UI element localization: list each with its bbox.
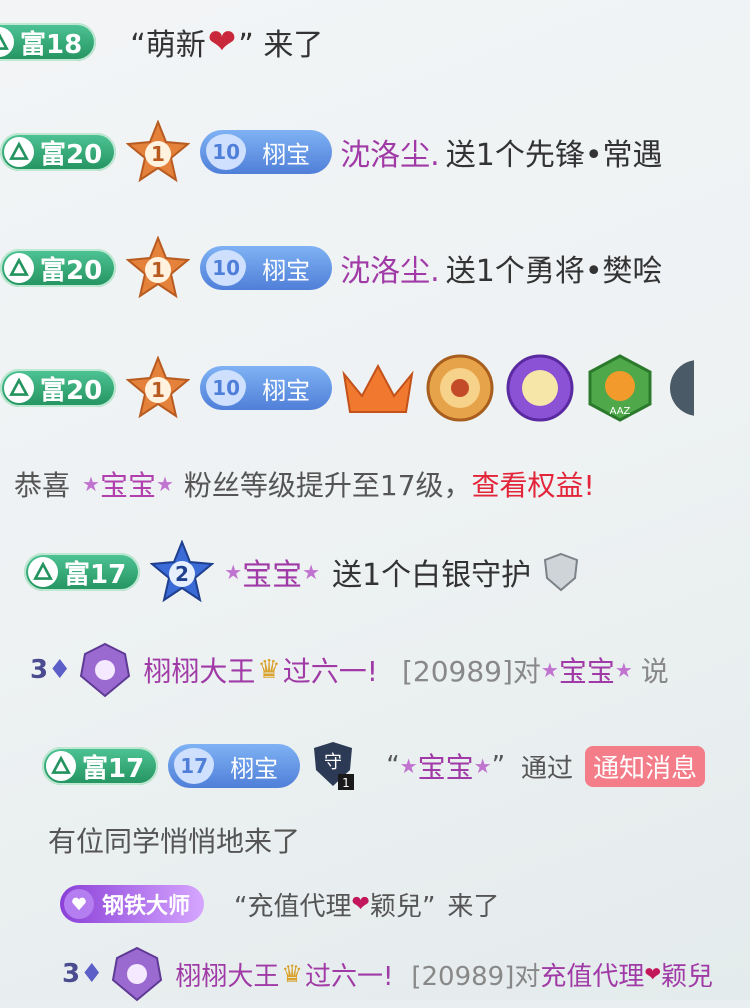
svg-text:守: 守 <box>324 752 342 773</box>
username-link[interactable]: 充值代理 <box>540 956 644 993</box>
medal-icon <box>424 352 496 424</box>
chat-row: 3 ♦ 栩栩大王 ♛ 过六一! [20989]对 ★ 宝宝 ★ 说 <box>30 640 669 700</box>
rank-star-icon: 2 <box>150 540 215 604</box>
heart-icon: ❤ <box>351 891 370 917</box>
svg-text:2: 2 <box>175 562 189 586</box>
leaf-icon <box>28 557 58 587</box>
vip-badge: 钢铁大师 <box>60 885 205 923</box>
crest-icon <box>107 944 167 1004</box>
wealth-badge: 富20 <box>0 133 117 171</box>
chat-panel: 富18 “萌新 ❤ ” 来了 富20 1 10 栩宝 沈洛尘. 送1个先锋•常遇… <box>0 0 750 1002</box>
notify-tag: 通知消息 <box>585 745 706 787</box>
system-notice: 有位同学悄悄地来了 <box>48 825 301 858</box>
system-text: “萌新 <box>130 28 206 63</box>
chat-row: 富20 1 10 栩宝 沈洛尘. 送1个先锋•常遇 <box>0 120 663 183</box>
shield-icon: 守1 <box>310 740 356 792</box>
svg-text:1: 1 <box>151 142 165 166</box>
chat-row: 富17 17 栩宝 守1 “ ★ 宝宝 ★ ” 通过 通知消息 <box>42 736 706 796</box>
username-link[interactable]: 沈洛尘. <box>340 130 440 174</box>
chat-row: 富18 “萌新 ❤ ” 来了 <box>0 14 323 70</box>
username-link[interactable]: 栩栩大王 <box>175 956 279 993</box>
username-link[interactable]: 沈洛尘. <box>340 246 440 290</box>
guard-badge: 3 ♦ <box>30 655 72 685</box>
leaf-icon <box>46 751 76 781</box>
star-icon: ★ <box>155 472 174 496</box>
fan-badge: 10 栩宝 <box>200 130 333 174</box>
chat-row: 钢铁大师 “充值代理 ❤ 颖兒” 来了 <box>0 876 499 932</box>
star-icon: ★ <box>540 658 559 682</box>
crown-icon <box>340 352 416 424</box>
star-icon: ★ <box>473 754 492 778</box>
guard-badge: 3 ♦ <box>62 959 104 989</box>
wealth-badge: 富20 <box>0 369 117 407</box>
gift-text: 送1个先锋•常遇 <box>445 138 663 173</box>
wealth-badge: 富17 <box>42 747 159 785</box>
medal-icon <box>504 352 576 424</box>
leaf-icon <box>0 27 14 57</box>
username-link[interactable]: 宝宝 <box>100 464 156 504</box>
fan-badge: 10 栩宝 <box>200 246 333 290</box>
leaf-icon <box>4 137 34 167</box>
medal-icon <box>664 352 727 424</box>
rank-star-icon: 1 <box>126 356 191 420</box>
wealth-badge: 富18 <box>0 23 97 61</box>
wealth-badge: 富20 <box>0 249 117 287</box>
username-link[interactable]: 栩栩大王 <box>143 650 255 690</box>
crown-icon: ♛ <box>281 960 303 988</box>
heart-icon <box>64 889 94 919</box>
username-link[interactable]: 宝宝 <box>559 650 615 690</box>
heart-icon: ❤ <box>644 962 662 986</box>
svg-text:1: 1 <box>151 378 165 402</box>
view-benefits-link[interactable]: 查看权益! <box>472 464 595 504</box>
rank-star-icon: 1 <box>126 236 191 300</box>
system-text: ” 来了 <box>238 28 324 63</box>
star-icon: ★ <box>399 754 418 778</box>
chat-row: 富20 1 10 栩宝 AAZ <box>0 352 727 424</box>
chat-text: 过六一! <box>304 961 394 992</box>
shield-icon <box>539 550 583 594</box>
star-icon: ★ <box>302 560 321 584</box>
username-link[interactable]: 宝宝 <box>242 550 302 594</box>
levelup-notice: 恭喜 ★ 宝宝 ★ 粉丝等级提升至17级， 查看权益! <box>14 456 595 512</box>
chat-row: 富20 1 10 栩宝 沈洛尘. 送1个勇将•樊哙 <box>0 236 663 299</box>
crest-icon <box>75 640 135 700</box>
chat-row: 3 ♦ 栩栩大王 ♛ 过六一! [20989]对 充值代理 ❤ 颖兒 <box>62 944 713 1004</box>
svg-text:1: 1 <box>342 776 350 790</box>
star-icon: ★ <box>224 560 243 584</box>
leaf-icon <box>4 253 34 283</box>
star-icon: ★ <box>614 658 633 682</box>
username-link[interactable]: 宝宝 <box>418 746 474 786</box>
fan-badge: 17 栩宝 <box>168 744 301 788</box>
heart-icon: ❤ <box>207 22 237 62</box>
rank-star-icon: 1 <box>126 120 191 184</box>
wealth-badge: 富17 <box>24 553 141 591</box>
gift-text: 送1个白银守护 <box>332 558 532 593</box>
chat-room: [20989]对 <box>411 961 541 992</box>
medal-icon: AAZ <box>584 352 656 424</box>
svg-text:AAZ: AAZ <box>610 406 631 417</box>
leaf-icon <box>4 373 34 403</box>
crown-icon: ♛ <box>257 655 281 685</box>
svg-text:1: 1 <box>151 258 165 282</box>
fan-badge: 10 栩宝 <box>200 366 333 410</box>
star-icon: ★ <box>82 472 100 496</box>
chat-text: 过六一! <box>282 655 378 688</box>
chat-row: 富17 2 ★ 宝宝 ★ 送1个白银守护 <box>24 540 583 604</box>
chat-room: [20989]对 <box>401 655 541 688</box>
gift-text: 送1个勇将•樊哙 <box>445 254 663 289</box>
